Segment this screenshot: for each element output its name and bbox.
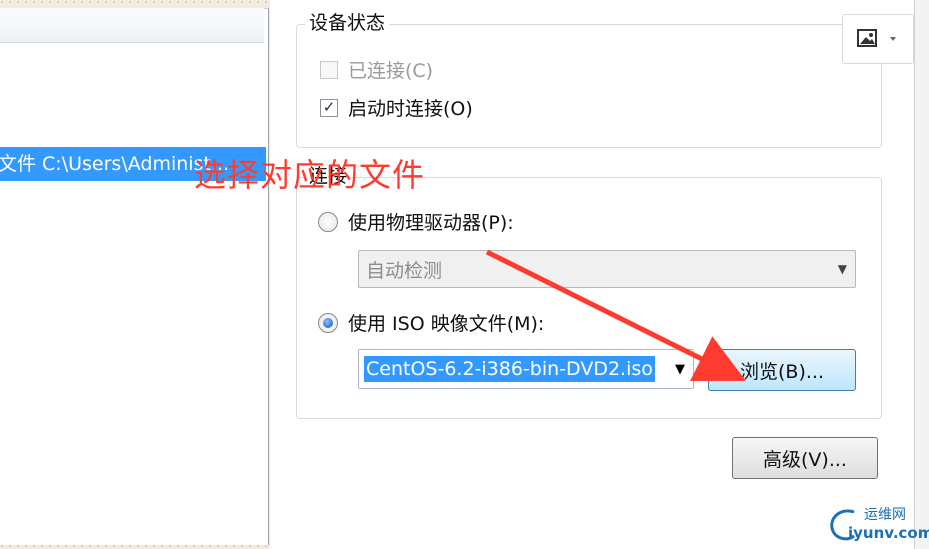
watermark-line1: 运维网: [864, 507, 906, 523]
annotation-arrow: [485, 249, 746, 382]
watermark-logo: 运维网 iyunv.com: [824, 500, 929, 546]
watermark-line2: iyunv.com: [848, 524, 929, 542]
